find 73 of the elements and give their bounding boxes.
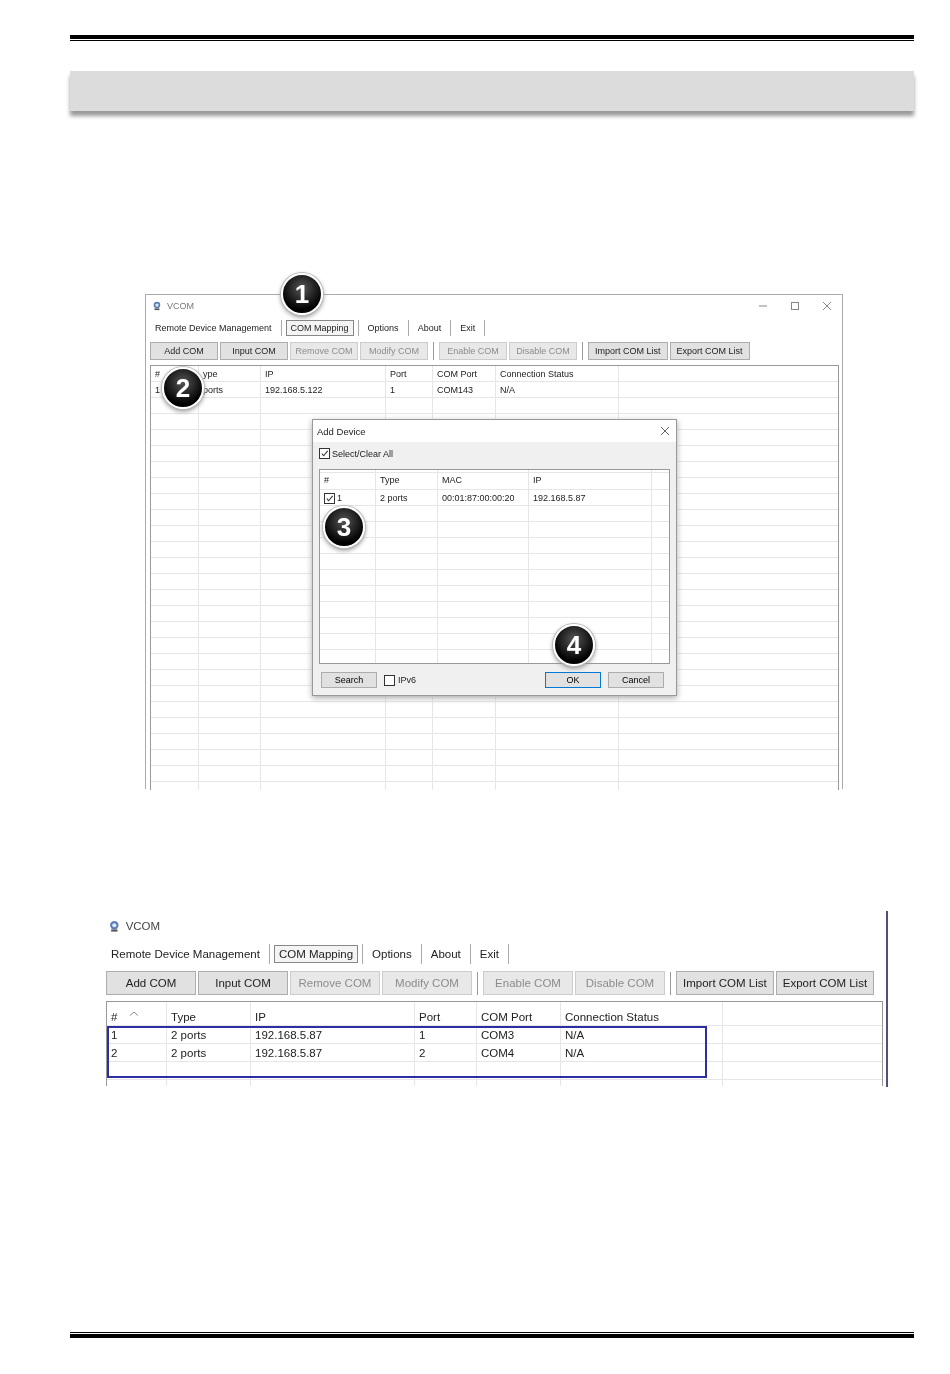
- table-cell: N/A: [500, 385, 515, 395]
- column-header[interactable]: #: [324, 475, 329, 485]
- table-cell: 192.168.5.87: [255, 1029, 323, 1041]
- checkbox-label: Select/Clear All: [332, 448, 394, 459]
- column-header[interactable]: Type: [171, 1011, 196, 1023]
- checkbox[interactable]: [324, 492, 335, 504]
- column-header[interactable]: IP: [265, 369, 274, 379]
- column-header[interactable]: Connection Status: [500, 369, 574, 379]
- table-cell: 1: [111, 1029, 118, 1041]
- toolbar-button[interactable]: Import COM List: [588, 341, 668, 361]
- menu-tab[interactable]: Options: [367, 945, 417, 963]
- checkbox[interactable]: [319, 448, 330, 459]
- close-icon[interactable]: [822, 301, 832, 311]
- menu-tab[interactable]: Exit: [455, 320, 481, 336]
- column-header[interactable]: Port: [419, 1011, 441, 1023]
- dialog-title: Add Device: [317, 425, 366, 437]
- toolbar-button[interactable]: Input COM: [220, 341, 288, 361]
- table-cell: 192.168.5.87: [533, 493, 586, 503]
- table-cell: 192.168.5.122: [265, 385, 323, 395]
- column-header[interactable]: ype: [203, 369, 218, 379]
- table-cell: ports: [203, 385, 223, 395]
- checkbox-label: IPv6: [398, 675, 416, 685]
- dialog-button[interactable]: OK: [545, 672, 601, 688]
- menu-tab[interactable]: Remote Device Management: [150, 320, 277, 336]
- table-cell: 1: [155, 385, 160, 395]
- table-cell: 2: [111, 1047, 118, 1059]
- table-cell: 1: [337, 493, 342, 503]
- table-cell: 2 ports: [171, 1047, 207, 1059]
- table-cell: 2: [419, 1047, 426, 1059]
- menu-tab[interactable]: About: [412, 320, 447, 336]
- toolbar-button[interactable]: Export COM List: [775, 971, 875, 995]
- menu-tab[interactable]: Options: [362, 320, 404, 336]
- window-title: VCOM: [125, 920, 161, 932]
- table-cell: N/A: [565, 1029, 585, 1041]
- column-header[interactable]: #: [111, 1011, 142, 1023]
- toolbar-button[interactable]: Input COM: [198, 971, 288, 995]
- table-cell: N/A: [565, 1047, 585, 1059]
- column-header[interactable]: COM Port: [437, 369, 477, 379]
- toolbar-button[interactable]: Import COM List: [676, 971, 774, 995]
- table-cell: 192.168.5.87: [255, 1047, 323, 1059]
- column-header[interactable]: IP: [533, 475, 542, 485]
- column-header[interactable]: Type: [380, 475, 400, 485]
- table-cell: 1: [390, 385, 395, 395]
- menu-tab[interactable]: Exit: [474, 945, 504, 963]
- menu-tab[interactable]: COM Mapping: [273, 945, 359, 963]
- maximize-icon[interactable]: [790, 301, 800, 311]
- column-header[interactable]: IP: [255, 1011, 266, 1023]
- toolbar-button[interactable]: Add COM: [106, 971, 196, 995]
- column-header[interactable]: #: [155, 369, 160, 379]
- dialog-button[interactable]: Cancel: [608, 672, 664, 688]
- menu-tab[interactable]: About: [425, 945, 466, 963]
- search-button[interactable]: Search: [321, 672, 377, 688]
- toolbar-button[interactable]: Add COM: [150, 341, 218, 361]
- checkbox[interactable]: [384, 674, 395, 686]
- column-header[interactable]: COM Port: [481, 1011, 533, 1023]
- table-cell: COM143: [437, 385, 473, 395]
- window-title: VCOM: [166, 301, 194, 311]
- table-cell: 1: [419, 1029, 426, 1041]
- menu-tab[interactable]: Remote Device Management: [106, 945, 265, 963]
- menu-tab[interactable]: COM Mapping: [285, 320, 354, 336]
- app-icon: [108, 919, 121, 933]
- table-cell: COM4: [481, 1047, 515, 1059]
- column-header[interactable]: Port: [390, 369, 407, 379]
- table-cell: 2 ports: [171, 1029, 207, 1041]
- column-header[interactable]: Connection Status: [565, 1011, 659, 1023]
- table-cell: COM3: [481, 1029, 515, 1041]
- table-cell: 2 ports: [380, 493, 408, 503]
- table-cell: 00:01:87:00:00:20: [442, 493, 515, 503]
- toolbar-button[interactable]: Export COM List: [669, 341, 750, 361]
- step-badge: 1: [281, 273, 323, 315]
- column-header[interactable]: MAC: [442, 475, 462, 485]
- app-icon: [152, 301, 162, 311]
- close-icon[interactable]: [660, 426, 670, 436]
